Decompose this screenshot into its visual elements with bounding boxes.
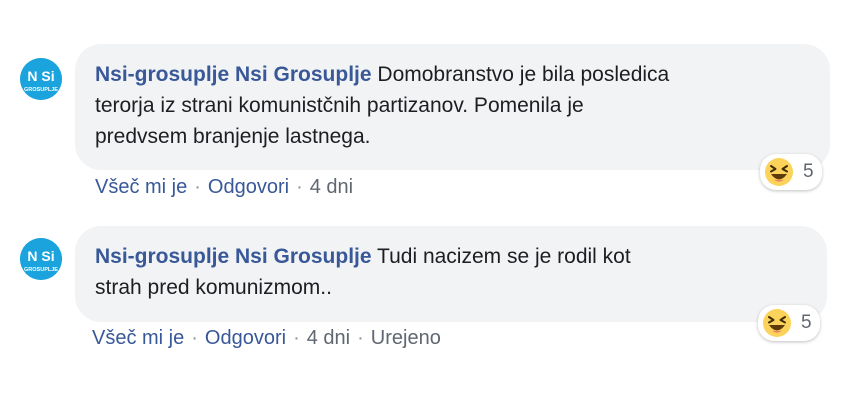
nsi-logo-icon: N Si GROSUPLJE — [20, 238, 62, 280]
haha-icon — [765, 158, 793, 186]
nsi-logo-icon: N Si GROSUPLJE — [20, 58, 62, 100]
separator: · — [194, 176, 201, 198]
timestamp[interactable]: 4 dni — [310, 176, 353, 198]
reaction-summary[interactable]: 5 — [758, 305, 820, 341]
comment-text-line: strah pred komunizmom.. — [95, 276, 332, 299]
reaction-count: 5 — [801, 312, 812, 333]
like-link[interactable]: Všeč mi je — [95, 176, 187, 198]
timestamp[interactable]: 4 dni — [307, 327, 350, 349]
svg-text:N Si: N Si — [27, 68, 54, 84]
comment-text-line: Tudi nacizem se je rodil kot — [377, 245, 631, 268]
svg-text:GROSUPLJE: GROSUPLJE — [24, 267, 58, 273]
separator: · — [293, 327, 300, 349]
reply-link[interactable]: Odgovori — [208, 176, 289, 198]
svg-text:GROSUPLJE: GROSUPLJE — [24, 87, 58, 93]
reaction-summary[interactable]: 5 — [760, 154, 822, 190]
comment-text-line: terorja iz strani komunistčnih partizano… — [95, 94, 584, 117]
like-link[interactable]: Všeč mi je — [92, 327, 184, 349]
haha-icon — [763, 309, 791, 337]
comment-text-line: Domobranstvo je bila posledica — [377, 63, 670, 86]
comment-bubble: Nsi-grosuplje Nsi Grosuplje Domobranstvo… — [75, 44, 830, 170]
comment-author[interactable]: Nsi-grosuplje Nsi Grosuplje — [95, 63, 372, 86]
edited-label[interactable]: Urejeno — [371, 327, 441, 349]
avatar[interactable]: N Si GROSUPLJE — [20, 238, 62, 280]
avatar[interactable]: N Si GROSUPLJE — [20, 58, 62, 100]
separator: · — [191, 327, 198, 349]
separator: · — [296, 176, 303, 198]
reaction-count: 5 — [803, 161, 814, 182]
comment-actions: Všeč mi je · Odgovori · 4 dni — [95, 176, 353, 199]
comment-actions: Všeč mi je · Odgovori · 4 dni · Urejeno — [92, 327, 441, 350]
comment-text-line: predvsem branjenje lastnega. — [95, 125, 371, 148]
reply-link[interactable]: Odgovori — [205, 327, 286, 349]
comment-bubble: Nsi-grosuplje Nsi Grosuplje Tudi nacizem… — [75, 226, 827, 322]
separator: · — [357, 327, 364, 349]
svg-text:N Si: N Si — [27, 248, 54, 264]
comment-author[interactable]: Nsi-grosuplje Nsi Grosuplje — [95, 245, 372, 268]
